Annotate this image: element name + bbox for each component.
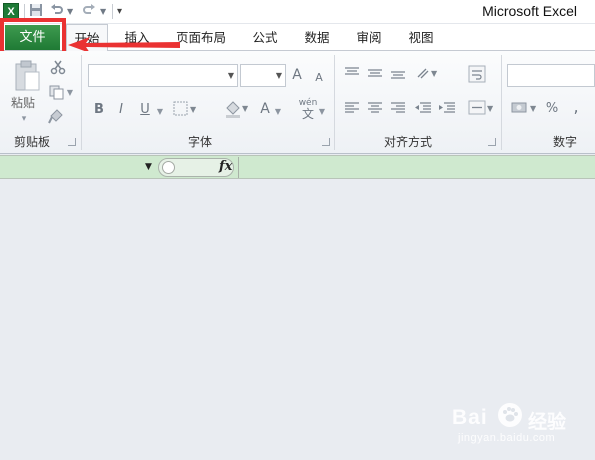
number-group-label: 数字: [552, 135, 577, 149]
baidu-watermark: Bai: [452, 406, 488, 430]
tab-page-layout[interactable]: 页面布局: [172, 24, 230, 51]
group-separator: [81, 55, 82, 150]
excel-logo-icon[interactable]: X: [3, 3, 19, 19]
insert-function-button[interactable]: fx: [219, 157, 232, 177]
tab-formulas[interactable]: 公式: [245, 24, 285, 51]
bold-button[interactable]: B: [92, 101, 106, 119]
formula-bar-separator: [238, 157, 239, 178]
clipboard-launcher-icon[interactable]: [68, 138, 76, 146]
phonetic-guide-icon[interactable]: wén 文: [298, 98, 318, 121]
font-launcher-icon[interactable]: [322, 138, 330, 146]
align-middle-icon[interactable]: [366, 66, 384, 82]
formula-bar: [0, 155, 595, 179]
accounting-format-icon[interactable]: ▼: [510, 100, 540, 118]
app-title: Microsoft Excel: [482, 3, 577, 19]
align-center-icon[interactable]: [366, 101, 384, 117]
watermark-cn: 经验: [528, 411, 567, 433]
clipboard-group-label: 剪贴板: [13, 135, 50, 149]
group-separator: [501, 55, 502, 150]
paw-icon: [498, 403, 522, 427]
underline-button[interactable]: U: [138, 101, 152, 119]
font-group-label: 字体: [187, 135, 212, 149]
tab-data[interactable]: 数据: [297, 24, 337, 51]
font-color-icon[interactable]: A: [258, 100, 272, 118]
svg-text:▼: ▼: [530, 104, 537, 113]
alignment-group-label: 对齐方式: [383, 135, 432, 149]
number-format-combo[interactable]: [507, 64, 595, 87]
group-separator: [334, 55, 335, 150]
watermark-bai: Bai: [452, 406, 488, 429]
merge-center-icon[interactable]: ▼: [467, 100, 495, 118]
align-bottom-icon[interactable]: [389, 66, 407, 82]
tab-review[interactable]: 审阅: [349, 24, 389, 51]
grow-font-icon[interactable]: A: [290, 66, 304, 84]
svg-text:▼: ▼: [431, 69, 438, 78]
undo-dropdown-icon[interactable]: ▼: [67, 4, 73, 19]
quick-access-separator: [112, 4, 113, 19]
border-icon[interactable]: ▼: [172, 101, 200, 119]
font-name-combo[interactable]: ▼: [88, 64, 238, 87]
align-left-icon[interactable]: [343, 101, 361, 117]
underline-dropdown-icon[interactable]: ▼: [156, 103, 164, 121]
redo-dropdown-icon[interactable]: ▼: [100, 4, 106, 19]
redo-icon[interactable]: [82, 3, 96, 20]
decrease-indent-icon[interactable]: [413, 101, 433, 117]
paste-dropdown-icon[interactable]: ▾: [14, 110, 34, 128]
increase-indent-icon[interactable]: [437, 101, 457, 117]
font-size-combo[interactable]: ▼: [240, 64, 286, 87]
font-color-dropdown-icon[interactable]: ▼: [274, 103, 282, 121]
name-box-dropdown-icon[interactable]: ▼: [145, 160, 152, 174]
fill-color-icon[interactable]: ▼: [223, 100, 251, 120]
watermark-jingyan: du经验: [528, 407, 566, 434]
phonetic-base-label: 文: [301, 107, 314, 121]
svg-text:▼: ▼: [190, 105, 197, 114]
tab-view[interactable]: 视图: [401, 24, 441, 51]
wrap-text-icon[interactable]: [467, 65, 487, 85]
customize-icon[interactable]: ▾: [117, 4, 122, 19]
align-top-icon[interactable]: [343, 66, 361, 82]
formula-bar-handle-icon[interactable]: [162, 161, 175, 174]
paste-label[interactable]: 粘贴: [11, 94, 35, 111]
shrink-font-icon[interactable]: A: [313, 69, 325, 87]
comma-style-button[interactable]: ,: [571, 98, 581, 116]
align-right-icon[interactable]: [389, 101, 407, 117]
italic-button[interactable]: I: [115, 101, 127, 119]
format-painter-icon[interactable]: [47, 108, 65, 126]
paste-icon[interactable]: [12, 60, 42, 92]
quick-access-separator: [24, 4, 25, 19]
copy-icon[interactable]: [47, 84, 65, 102]
percent-style-button[interactable]: %: [545, 100, 559, 118]
alignment-launcher-icon[interactable]: [488, 138, 496, 146]
cut-icon[interactable]: [49, 59, 67, 77]
font-size-dropdown-icon[interactable]: ▼: [276, 68, 282, 83]
copy-dropdown-icon[interactable]: ▼: [66, 84, 74, 102]
svg-text:▼: ▼: [487, 104, 494, 113]
phonetic-dropdown-icon[interactable]: ▼: [318, 103, 326, 121]
orientation-icon[interactable]: ▼: [415, 65, 441, 83]
svg-text:▼: ▼: [242, 104, 249, 113]
font-name-dropdown-icon[interactable]: ▼: [228, 68, 234, 83]
watermark-url: jingyan.baidu.com: [458, 432, 556, 444]
